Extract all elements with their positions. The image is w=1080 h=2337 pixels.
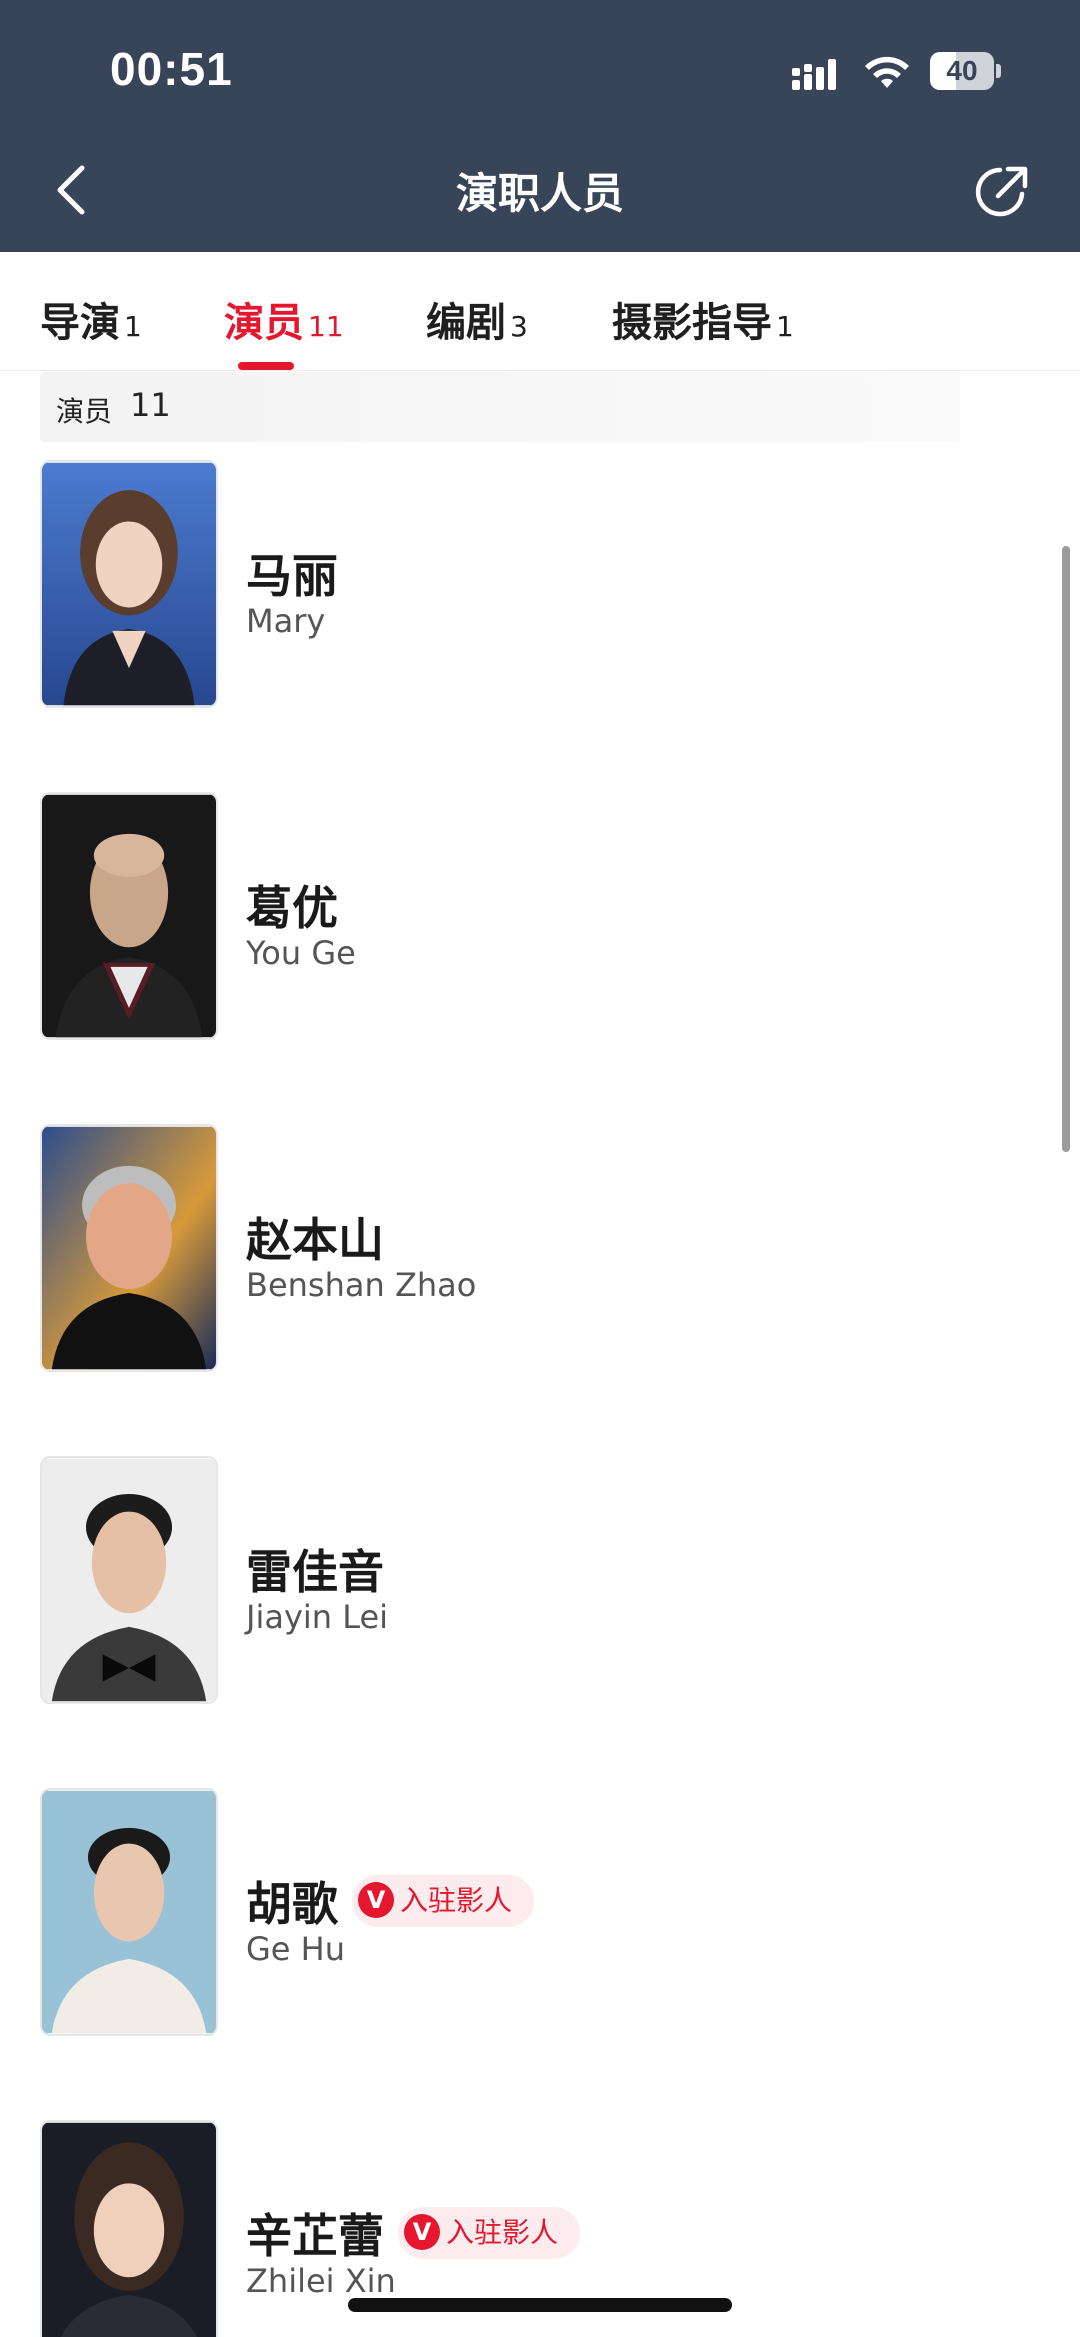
actor-name: 马丽	[246, 549, 338, 603]
cast-item[interactable]: 胡歌 V 入驻影人 Ge Hu	[0, 1788, 1080, 2120]
tab-actors[interactable]: 演员 11	[224, 290, 344, 350]
page-title: 演职人员	[455, 169, 624, 218]
badge-label: 入驻影人	[446, 2216, 559, 2249]
verified-icon: V	[358, 1882, 394, 1918]
home-indicator[interactable]	[348, 2298, 732, 2312]
verified-badge: V 入驻影人	[398, 2207, 581, 2259]
section-header: 演员 11	[40, 372, 960, 442]
actor-name: 赵本山	[246, 1213, 384, 1267]
name-row: 赵本山	[246, 1204, 384, 1267]
signal-icon	[792, 59, 836, 90]
section-count: 11	[130, 386, 171, 424]
scrollbar[interactable]	[1062, 546, 1070, 1152]
actor-name-en: Benshan Zhao	[246, 1266, 477, 1304]
tab-label: 编剧	[426, 300, 506, 346]
cast-item[interactable]: 葛优 You Ge	[0, 792, 1080, 1124]
tab-count: 3	[510, 310, 528, 343]
name-row: 辛芷蕾 V 入驻影人	[246, 2200, 581, 2263]
tab-writer[interactable]: 编剧 3	[426, 290, 528, 350]
actor-photo	[40, 792, 218, 1040]
status-time: 00:51	[110, 43, 233, 95]
cast-item[interactable]: 雷佳音 Jiayin Lei	[0, 1456, 1080, 1788]
cast-item[interactable]: 马丽 Mary	[0, 460, 1080, 792]
tab-count: 1	[124, 310, 142, 343]
actor-photo	[40, 1124, 218, 1372]
tab-cinematography[interactable]: 摄影指导 1	[612, 290, 794, 350]
tab-count: 1	[776, 310, 794, 343]
actor-name: 辛芷蕾	[246, 2209, 384, 2263]
screen: 00:51 40 演职人员 导演 1 演员 11 编剧 3 摄影指导 1 演员 …	[0, 0, 1080, 2337]
tab-count: 11	[308, 310, 344, 343]
actor-name-en: You Ge	[246, 934, 356, 972]
cast-list: 马丽 Mary 葛优 You Ge 赵本山 Benshan Zhao 雷佳音 J…	[0, 460, 1080, 2337]
actor-photo	[40, 2120, 218, 2337]
actor-photo	[40, 460, 218, 708]
name-row: 雷佳音	[246, 1536, 384, 1599]
actor-name-en: Zhilei Xin	[246, 2262, 396, 2300]
section-label: 演员	[56, 395, 113, 428]
verified-badge: V 入驻影人	[352, 1875, 535, 1927]
actor-name-en: Mary	[246, 602, 326, 640]
badge-label: 入驻影人	[400, 1884, 513, 1917]
tab-label: 导演	[40, 300, 120, 346]
actor-photo	[40, 1788, 218, 2036]
actor-name-en: Ge Hu	[246, 1930, 345, 1968]
tab-label: 演员	[224, 300, 304, 346]
verified-icon: V	[404, 2214, 440, 2250]
battery-icon: 40	[930, 52, 1002, 90]
tab-bar: 导演 1 演员 11 编剧 3 摄影指导 1	[0, 252, 1080, 371]
actor-name-en: Jiayin Lei	[246, 1598, 389, 1636]
name-row: 胡歌 V 入驻影人	[246, 1868, 535, 1931]
actor-name: 胡歌	[246, 1877, 338, 1931]
actor-photo	[40, 1456, 218, 1704]
cast-item[interactable]: 赵本山 Benshan Zhao	[0, 1124, 1080, 1456]
tab-label: 摄影指导	[612, 300, 772, 346]
battery-percent: 40	[946, 55, 978, 86]
actor-name: 葛优	[246, 881, 338, 935]
header: 00:51 40 演职人员	[0, 0, 1080, 252]
wifi-icon	[865, 56, 909, 88]
tab-director[interactable]: 导演 1	[40, 290, 142, 350]
actor-name: 雷佳音	[246, 1545, 384, 1599]
name-row: 马丽	[246, 540, 338, 603]
active-tab-indicator	[238, 362, 294, 370]
name-row: 葛优	[246, 872, 338, 935]
share-icon[interactable]	[970, 160, 1034, 224]
